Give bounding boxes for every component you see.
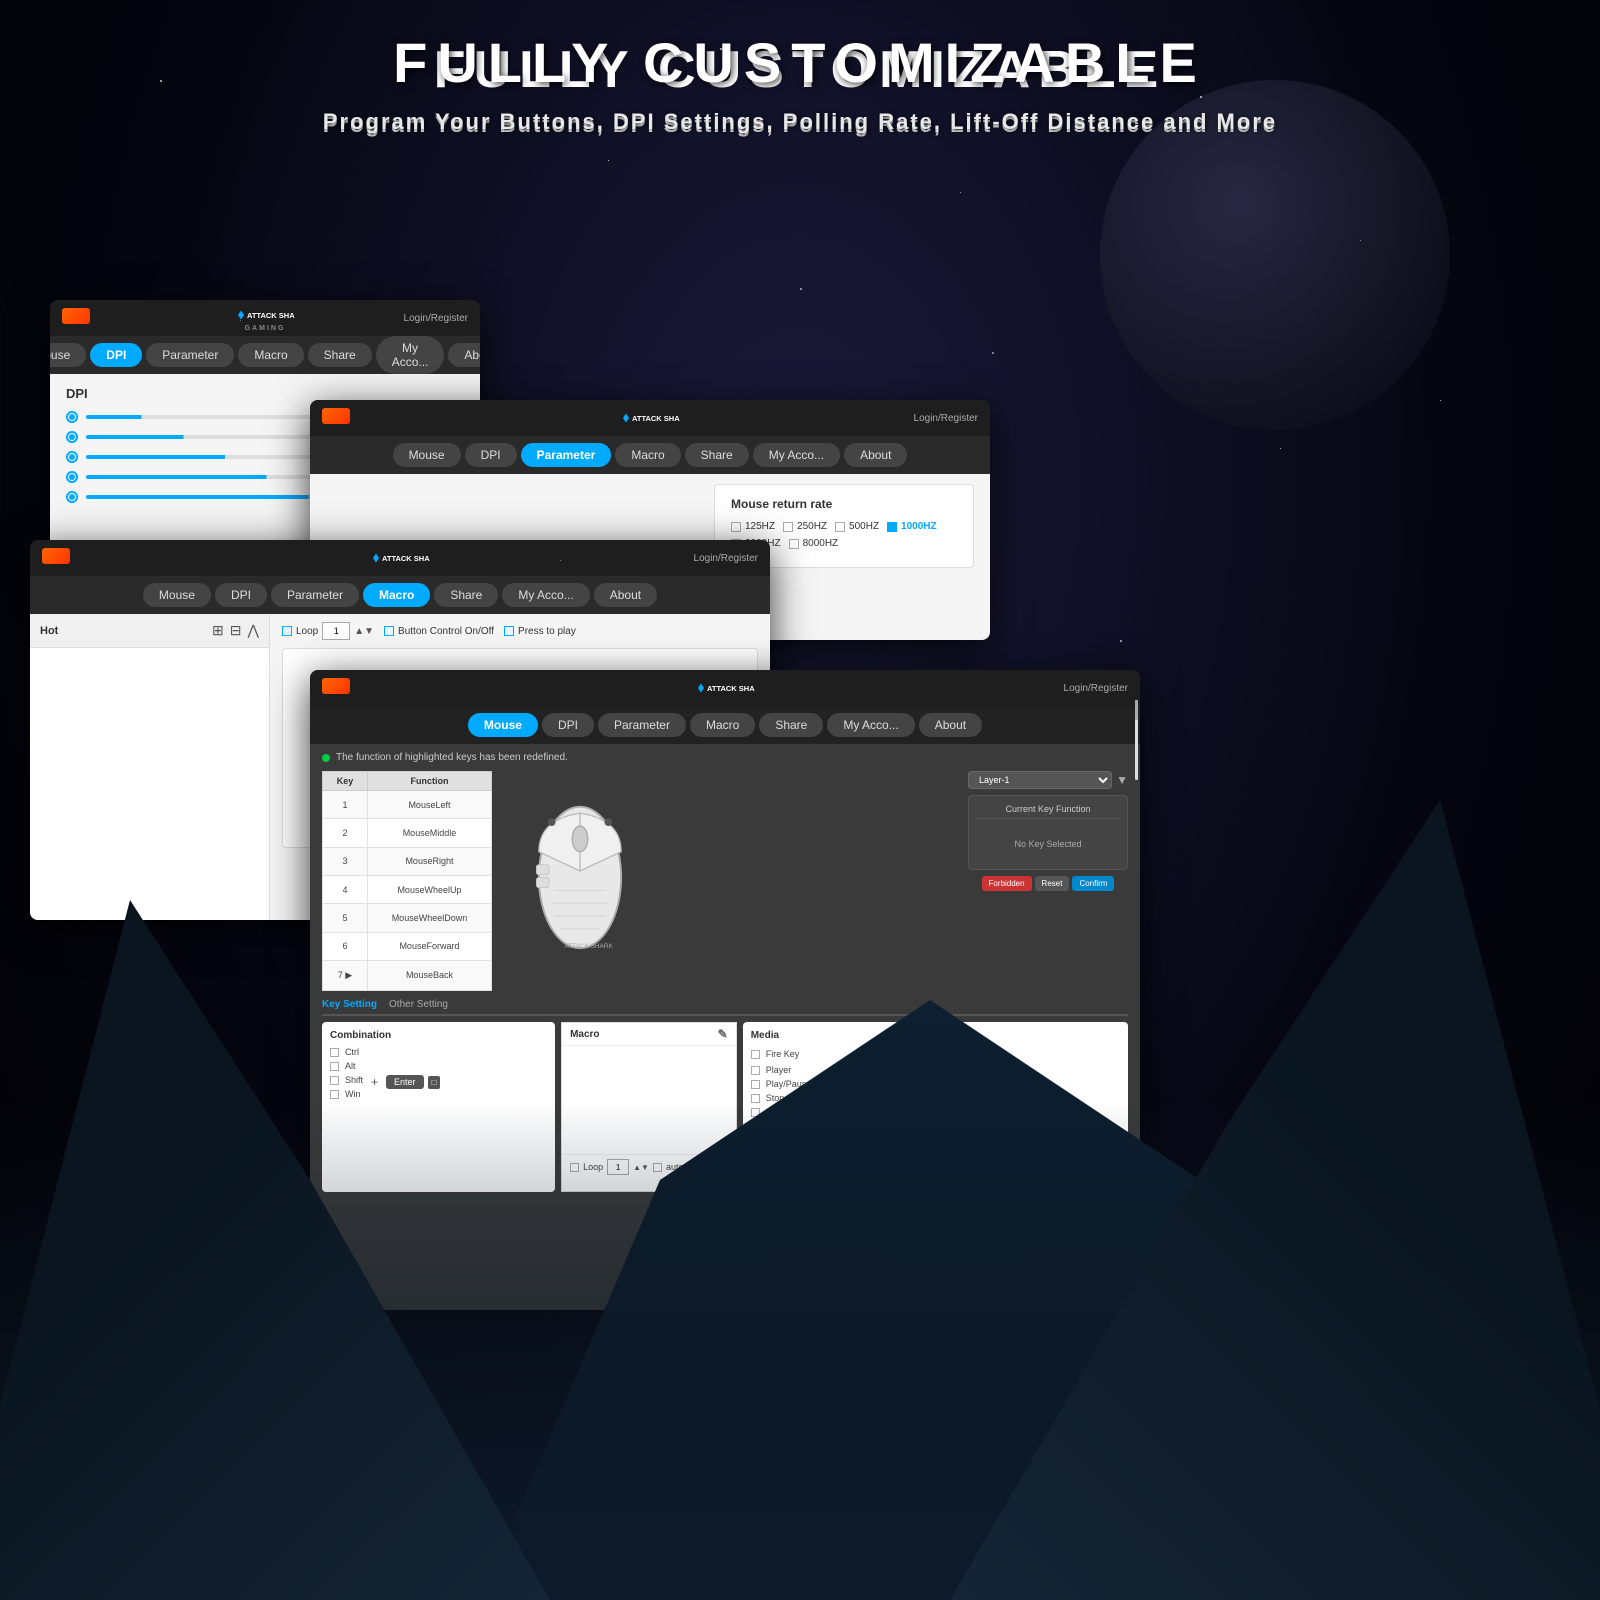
top-content: FULLY CUSTOMIZABLE Program Your Buttons,… bbox=[0, 30, 1600, 135]
page-subheadline: Program Your Buttons, DPI Settings, Poll… bbox=[0, 109, 1600, 135]
page-headline: FULLY CUSTOMIZABLE bbox=[0, 30, 1600, 95]
content-wrapper: FULLY CUSTOMIZABLE Program Your Buttons,… bbox=[0, 0, 1600, 1600]
